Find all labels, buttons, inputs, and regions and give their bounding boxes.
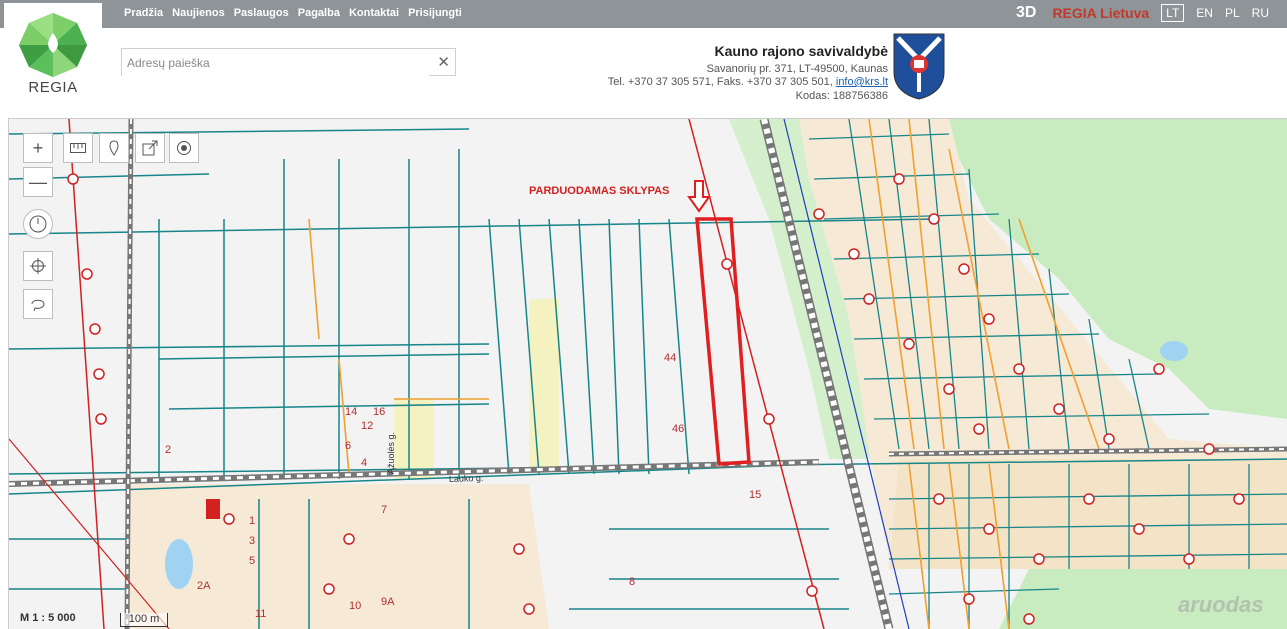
nav-prisijungti[interactable]: Prisijungti [408,7,462,19]
municipality-phone: Tel. +370 37 305 571, Faks. +370 37 305 … [607,76,888,88]
watermark: aruodas [1178,592,1264,617]
parcel-number: 6 [345,440,351,452]
parcel-number: 2A [197,580,211,592]
share-button[interactable] [135,133,165,163]
lang-en[interactable]: EN [1196,6,1213,20]
map-canvas[interactable]: PARDUODAMAS SKLYPAS 44 46 15 2 8 14 16 1… [8,118,1287,629]
parcel-number: 8 [629,576,635,588]
municipality-address: Savanorių pr. 371, LT-49500, Kaunas [706,62,888,75]
email-link[interactable]: info@krs.lt [836,76,888,88]
search-input[interactable] [122,49,429,77]
main-nav: Pradžia Naujienos Paslaugos Pagalba Kont… [124,7,462,19]
history-button[interactable] [23,209,53,239]
crosshair-icon [30,258,46,274]
parcel-number: 46 [672,423,684,435]
pond [165,539,193,589]
nav-naujienos[interactable]: Naujienos [172,7,225,19]
share-icon [142,140,158,156]
parcel-number: 11 [255,608,266,620]
zoom-in-button[interactable]: + [23,133,53,163]
lang-lt[interactable]: LT [1161,4,1185,22]
measure-button[interactable] [63,133,93,163]
power-station-icon [206,499,220,519]
clock-icon [29,215,47,233]
field [529,299,559,469]
lasso-icon [31,299,45,312]
sale-annotation: PARDUODAMAS SKLYPAS [529,185,669,197]
ruler-icon [70,143,86,153]
parcel-number: 9A [381,596,395,608]
parcel-number: 44 [664,352,676,364]
marker-button[interactable] [99,133,129,163]
lang-pl[interactable]: PL [1225,6,1240,20]
residential-area-mid [889,459,1287,569]
parcel-number: 7 [381,504,387,516]
top-bar: Pradžia Naujienos Paslaugos Pagalba Kont… [0,0,1287,28]
scale-bar: 100 m [120,613,168,627]
street-label: Lauko g. [449,473,484,484]
3d-button[interactable]: 3D [1016,4,1036,22]
parcel-number: 14 [345,406,357,418]
regia-lietuva-link[interactable]: REGIA Lietuva [1052,5,1149,21]
highlighted-parcel[interactable] [695,217,751,466]
coat-of-arms-icon [893,33,945,100]
scale-ratio: M 1 : 5 000 [20,612,76,624]
nav-kontaktai[interactable]: Kontaktai [349,7,399,19]
parcel-number: 16 [373,406,385,418]
parcel-number: 2 [165,444,171,456]
target-icon [177,141,191,155]
parcel-number: 3 [249,535,255,547]
street-label: Ąžuolės g. [386,432,396,474]
pond [1160,341,1188,361]
regia-logo-icon [19,13,87,77]
nav-pradzia[interactable]: Pradžia [124,7,163,19]
parcel-number: 5 [249,555,255,567]
regia-logo[interactable]: REGIA [4,3,102,115]
parcel-number: 15 [749,489,761,501]
parcel-number: 12 [361,420,373,432]
municipality-name: Kauno rajono savivaldybė [714,43,889,59]
location-button[interactable] [169,133,199,163]
parcel-number: 1 [249,515,255,527]
municipality-code: Kodas: 188756386 [795,89,888,102]
nav-paslaugos[interactable]: Paslaugos [234,7,289,19]
field [394,399,434,479]
lasso-button[interactable] [23,289,53,319]
nav-pagalba[interactable]: Pagalba [298,7,340,19]
right-nav: 3D REGIA Lietuva LT EN PL RU [1016,4,1269,22]
parcel-number: 10 [349,600,361,612]
pin-icon [109,140,119,156]
logo-text: REGIA [28,79,78,96]
parcel-number: 4 [361,457,367,469]
clear-icon[interactable]: ✕ [437,53,450,71]
zoom-out-button[interactable]: — [23,167,53,197]
address-search: ✕ [121,48,456,77]
lang-ru[interactable]: RU [1252,6,1269,20]
map-svg: PARDUODAMAS SKLYPAS 44 46 15 2 8 14 16 1… [9,119,1287,629]
crosshair-button[interactable] [23,251,53,281]
municipality-info: Kauno rajono savivaldybė Savanorių pr. 3… [607,43,889,103]
